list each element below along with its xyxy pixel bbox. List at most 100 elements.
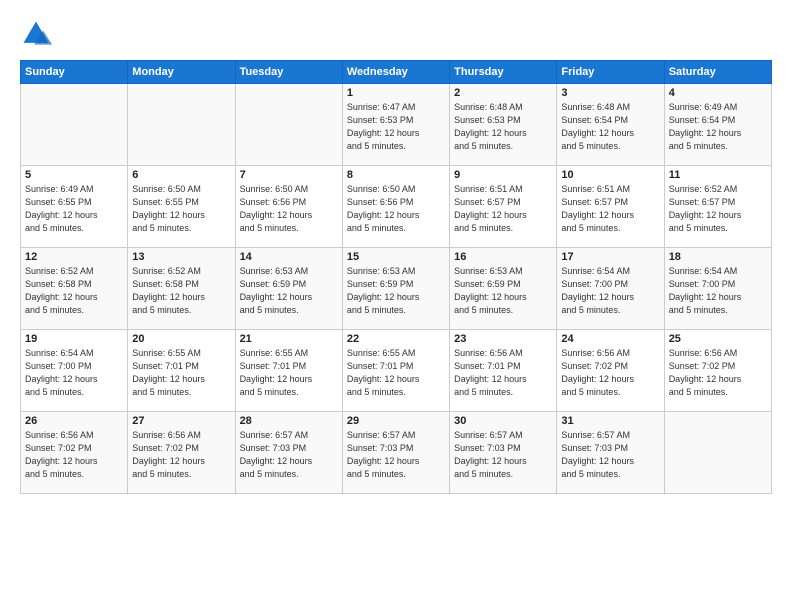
day-info: Sunrise: 6:54 AM Sunset: 7:00 PM Dayligh… [561,265,659,317]
calendar-cell: 18Sunrise: 6:54 AM Sunset: 7:00 PM Dayli… [664,248,771,330]
day-info: Sunrise: 6:47 AM Sunset: 6:53 PM Dayligh… [347,101,445,153]
calendar-cell: 27Sunrise: 6:56 AM Sunset: 7:02 PM Dayli… [128,412,235,494]
day-number: 19 [25,333,123,345]
day-info: Sunrise: 6:55 AM Sunset: 7:01 PM Dayligh… [240,347,338,399]
day-info: Sunrise: 6:52 AM Sunset: 6:57 PM Dayligh… [669,183,767,235]
day-number: 8 [347,169,445,181]
week-row-3: 12 Sunrise: 6:52 AM Sunset: 6:58 PM Dayli… [21,248,772,330]
calendar-cell: 24 Sunrise: 6:56 AM Sunset: 7:02 PM Dayli… [557,330,664,412]
calendar-cell: 17 Sunrise: 6:54 AM Sunset: 7:00 PM Dayli… [557,248,664,330]
day-info: Sunrise: 6:55 AM Sunset: 7:01 PM Dayligh… [347,347,445,399]
calendar-cell: 30Sunrise: 6:57 AM Sunset: 7:03 PM Dayli… [450,412,557,494]
calendar-cell: 14 Sunrise: 6:53 AM Sunset: 6:59 PM Dayli… [235,248,342,330]
calendar-cell: 2 Sunrise: 6:48 AM Sunset: 6:53 PM Daylig… [450,84,557,166]
day-number: 2 [454,87,552,99]
day-number: 15 [347,251,445,263]
day-number: 24 [561,333,659,345]
day-info: Sunrise: 6:56 AM Sunset: 7:01 PM Dayligh… [454,347,552,399]
calendar-cell [128,84,235,166]
day-info: Sunrise: 6:50 AM Sunset: 6:56 PM Dayligh… [240,183,338,235]
calendar-cell: 3 Sunrise: 6:48 AM Sunset: 6:54 PM Daylig… [557,84,664,166]
day-info: Sunrise: 6:57 AM Sunset: 7:03 PM Dayligh… [561,429,659,481]
calendar-cell: 13 Sunrise: 6:52 AM Sunset: 6:58 PM Dayli… [128,248,235,330]
day-number: 9 [454,169,552,181]
day-number: 21 [240,333,338,345]
page-header [20,18,772,50]
week-row-5: 26 Sunrise: 6:56 AM Sunset: 7:02 PM Dayli… [21,412,772,494]
day-info: Sunrise: 6:48 AM Sunset: 6:54 PM Dayligh… [561,101,659,153]
calendar-cell: 29 Sunrise: 6:57 AM Sunset: 7:03 PM Dayli… [342,412,449,494]
calendar-cell: 6Sunrise: 6:50 AM Sunset: 6:55 PM Daylig… [128,166,235,248]
day-number: 20 [132,333,230,345]
calendar-cell: 23 Sunrise: 6:56 AM Sunset: 7:01 PM Dayli… [450,330,557,412]
day-number: 4 [669,87,767,99]
day-number: 28 [240,415,338,427]
day-number: 12 [25,251,123,263]
day-info: Sunrise: 6:55 AM Sunset: 7:01 PM Dayligh… [132,347,230,399]
day-info: Sunrise: 6:54 AM Sunset: 7:00 PM Dayligh… [25,347,123,399]
day-info: Sunrise: 6:56 AM Sunset: 7:02 PM Dayligh… [25,429,123,481]
calendar-cell: 5 Sunrise: 6:49 AM Sunset: 6:55 PM Daylig… [21,166,128,248]
header-friday: Friday [557,61,664,84]
day-info: Sunrise: 6:51 AM Sunset: 6:57 PM Dayligh… [454,183,552,235]
calendar-cell [664,412,771,494]
calendar-cell: 7 Sunrise: 6:50 AM Sunset: 6:56 PM Daylig… [235,166,342,248]
day-number: 13 [132,251,230,263]
day-number: 14 [240,251,338,263]
day-info: Sunrise: 6:53 AM Sunset: 6:59 PM Dayligh… [240,265,338,317]
day-number: 29 [347,415,445,427]
calendar-cell: 28 Sunrise: 6:57 AM Sunset: 7:03 PM Dayli… [235,412,342,494]
day-info: Sunrise: 6:53 AM Sunset: 6:59 PM Dayligh… [454,265,552,317]
day-info: Sunrise: 6:49 AM Sunset: 6:55 PM Dayligh… [25,183,123,235]
calendar-page: SundayMondayTuesdayWednesdayThursdayFrid… [0,0,792,612]
calendar-cell [21,84,128,166]
day-number: 10 [561,169,659,181]
header-sunday: Sunday [21,61,128,84]
day-number: 30 [454,415,552,427]
day-number: 17 [561,251,659,263]
calendar-cell: 4Sunrise: 6:49 AM Sunset: 6:54 PM Daylig… [664,84,771,166]
week-row-4: 19 Sunrise: 6:54 AM Sunset: 7:00 PM Dayli… [21,330,772,412]
day-number: 23 [454,333,552,345]
calendar-cell: 25 Sunrise: 6:56 AM Sunset: 7:02 PM Dayli… [664,330,771,412]
day-info: Sunrise: 6:53 AM Sunset: 6:59 PM Dayligh… [347,265,445,317]
calendar-cell: 8 Sunrise: 6:50 AM Sunset: 6:56 PM Daylig… [342,166,449,248]
logo-icon [20,18,52,50]
week-row-2: 5 Sunrise: 6:49 AM Sunset: 6:55 PM Daylig… [21,166,772,248]
calendar-cell: 16 Sunrise: 6:53 AM Sunset: 6:59 PM Dayli… [450,248,557,330]
header-monday: Monday [128,61,235,84]
calendar-cell: 15 Sunrise: 6:53 AM Sunset: 6:59 PM Dayli… [342,248,449,330]
week-row-1: 1 Sunrise: 6:47 AM Sunset: 6:53 PM Daylig… [21,84,772,166]
header-wednesday: Wednesday [342,61,449,84]
calendar-header-row: SundayMondayTuesdayWednesdayThursdayFrid… [21,61,772,84]
day-number: 16 [454,251,552,263]
day-info: Sunrise: 6:56 AM Sunset: 7:02 PM Dayligh… [132,429,230,481]
day-number: 3 [561,87,659,99]
day-number: 22 [347,333,445,345]
day-info: Sunrise: 6:57 AM Sunset: 7:03 PM Dayligh… [240,429,338,481]
calendar-cell: 31 Sunrise: 6:57 AM Sunset: 7:03 PM Dayli… [557,412,664,494]
day-info: Sunrise: 6:50 AM Sunset: 6:56 PM Dayligh… [347,183,445,235]
day-number: 7 [240,169,338,181]
calendar-cell: 21 Sunrise: 6:55 AM Sunset: 7:01 PM Dayli… [235,330,342,412]
day-info: Sunrise: 6:51 AM Sunset: 6:57 PM Dayligh… [561,183,659,235]
calendar-cell: 22 Sunrise: 6:55 AM Sunset: 7:01 PM Dayli… [342,330,449,412]
header-tuesday: Tuesday [235,61,342,84]
calendar-cell: 11 Sunrise: 6:52 AM Sunset: 6:57 PM Dayli… [664,166,771,248]
day-number: 25 [669,333,767,345]
day-info: Sunrise: 6:57 AM Sunset: 7:03 PM Dayligh… [347,429,445,481]
calendar-cell: 1 Sunrise: 6:47 AM Sunset: 6:53 PM Daylig… [342,84,449,166]
day-info: Sunrise: 6:56 AM Sunset: 7:02 PM Dayligh… [561,347,659,399]
day-info: Sunrise: 6:56 AM Sunset: 7:02 PM Dayligh… [669,347,767,399]
day-info: Sunrise: 6:48 AM Sunset: 6:53 PM Dayligh… [454,101,552,153]
day-number: 18 [669,251,767,263]
day-number: 11 [669,169,767,181]
day-number: 1 [347,87,445,99]
calendar-table: SundayMondayTuesdayWednesdayThursdayFrid… [20,60,772,494]
calendar-cell: 26 Sunrise: 6:56 AM Sunset: 7:02 PM Dayli… [21,412,128,494]
header-thursday: Thursday [450,61,557,84]
day-info: Sunrise: 6:52 AM Sunset: 6:58 PM Dayligh… [132,265,230,317]
day-number: 5 [25,169,123,181]
day-number: 31 [561,415,659,427]
day-number: 26 [25,415,123,427]
